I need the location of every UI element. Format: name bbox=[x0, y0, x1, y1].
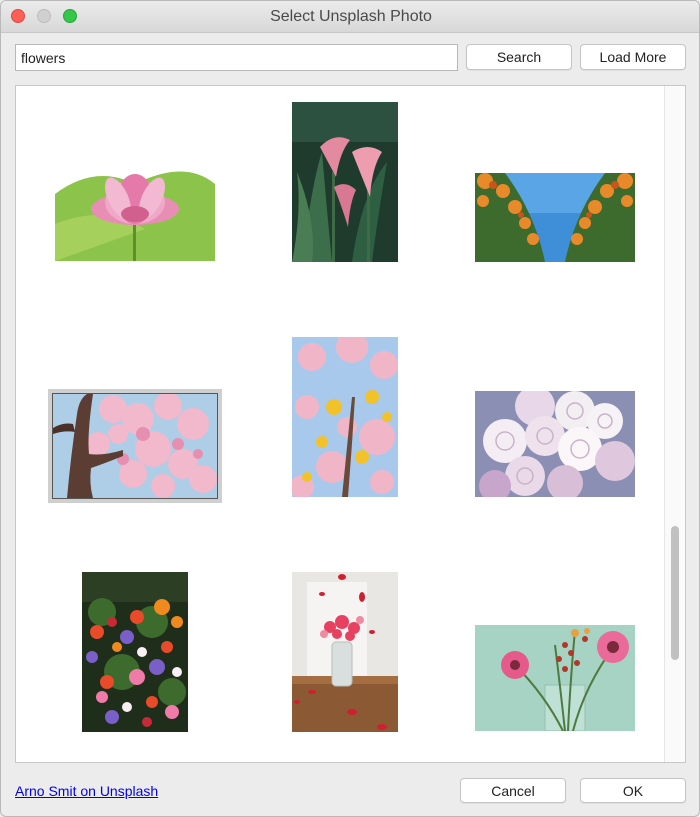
scrollbar-thumb[interactable] bbox=[671, 526, 679, 660]
photo-thumbnail-calla-lilies[interactable] bbox=[292, 102, 398, 262]
photo-thumbnail-gerbera-vase[interactable] bbox=[475, 625, 635, 731]
lotus-image bbox=[55, 154, 215, 261]
photo-gallery[interactable] bbox=[15, 85, 686, 763]
photo-thumbnail-cherry-blossom-tree[interactable] bbox=[48, 389, 222, 503]
title-bar: Select Unsplash Photo bbox=[1, 1, 699, 33]
cancel-button[interactable]: Cancel bbox=[460, 778, 566, 803]
marigolds-image bbox=[475, 173, 635, 262]
dialog-window: Select Unsplash Photo Search Load More bbox=[0, 0, 700, 817]
photo-thumbnail-cherry-yellow-flowers[interactable] bbox=[292, 337, 398, 497]
load-more-button[interactable]: Load More bbox=[580, 44, 686, 70]
photo-thumbnail-roses-in-vase[interactable] bbox=[292, 572, 398, 732]
search-button[interactable]: Search bbox=[466, 44, 572, 70]
photo-thumbnail-lotus[interactable] bbox=[55, 154, 215, 261]
calla-lilies-image bbox=[292, 102, 398, 262]
photographer-credit-link[interactable]: Arno Smit on Unsplash bbox=[15, 783, 158, 799]
cherry-yellow-flowers-image bbox=[292, 337, 398, 497]
anemone-flower-bed-image bbox=[82, 572, 188, 732]
gerbera-vase-image bbox=[475, 625, 635, 731]
photo-thumbnail-anemone-flower-bed[interactable] bbox=[82, 572, 188, 732]
photo-thumbnail-roses-bouquet[interactable] bbox=[475, 391, 635, 497]
search-input[interactable] bbox=[15, 44, 458, 71]
ok-button[interactable]: OK bbox=[580, 778, 686, 803]
cherry-blossom-tree-image bbox=[53, 394, 217, 498]
roses-in-vase-image bbox=[292, 572, 398, 732]
window-title: Select Unsplash Photo bbox=[270, 8, 432, 25]
roses-bouquet-image bbox=[475, 391, 635, 497]
gallery-scrollbar[interactable] bbox=[664, 86, 685, 762]
photo-thumbnail-marigolds[interactable] bbox=[475, 173, 635, 262]
